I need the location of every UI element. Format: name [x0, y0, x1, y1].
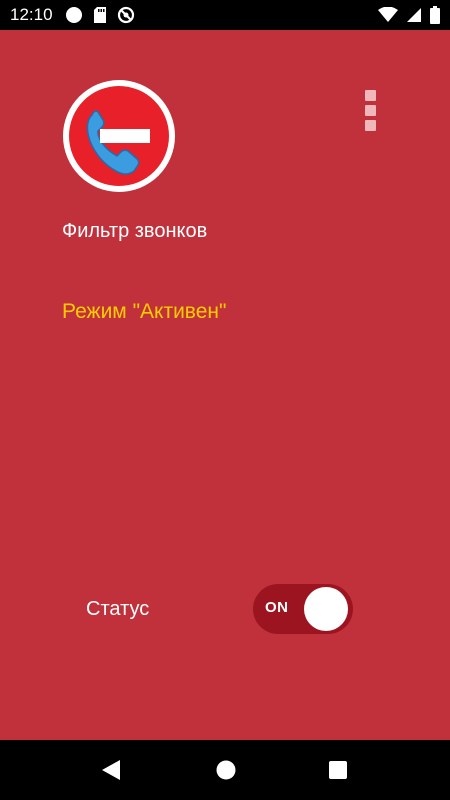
- call-block-logo-icon: [63, 80, 175, 192]
- status-icons-left: [65, 6, 135, 24]
- status-icons-right: [378, 6, 440, 24]
- app-title: Фильтр звонков: [62, 220, 208, 242]
- toggle-knob: [304, 587, 348, 631]
- app-content: Фильтр звонков Режим "Активен" Статус ON: [0, 30, 450, 740]
- circle-notification-icon: [65, 7, 82, 23]
- menu-dot-icon: [364, 90, 376, 101]
- menu-dot-icon: [364, 120, 376, 131]
- menu-dot-icon: [364, 105, 376, 116]
- status-time: 12:10: [10, 5, 53, 24]
- no-sync-icon: [117, 6, 134, 24]
- navigation-bar: [0, 740, 450, 800]
- mode-status-text: Режим "Активен": [62, 300, 227, 323]
- back-icon[interactable]: [100, 759, 122, 781]
- status-toggle[interactable]: ON: [253, 584, 353, 634]
- status-label: Статус: [86, 598, 150, 620]
- battery-icon: [430, 6, 440, 24]
- sd-card-icon: [93, 7, 106, 23]
- home-icon[interactable]: [215, 759, 237, 781]
- toggle-state-text: ON: [265, 599, 289, 616]
- wifi-icon: [378, 7, 398, 22]
- overflow-menu-button[interactable]: [358, 90, 382, 136]
- signal-icon: [407, 8, 421, 22]
- recents-icon[interactable]: [328, 760, 348, 780]
- status-bar: 12:10: [0, 0, 450, 30]
